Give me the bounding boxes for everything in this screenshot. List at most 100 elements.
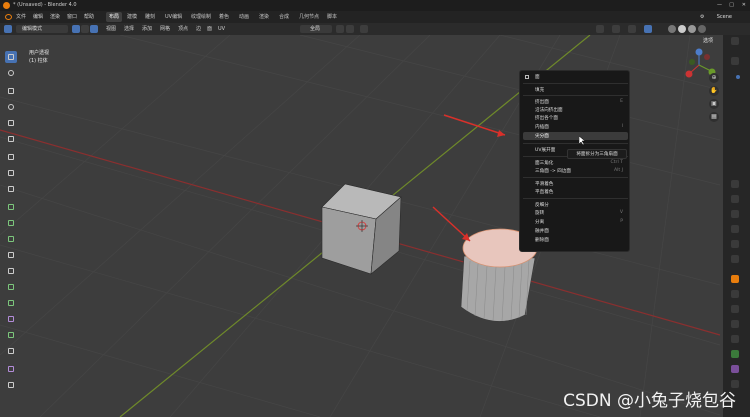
workspace-tab-geometry-nodes[interactable]: 几何节点 — [296, 12, 322, 22]
constraints-properties-icon[interactable] — [731, 335, 739, 343]
header-menu-view[interactable]: 视图 — [106, 23, 116, 35]
menu-item-poke-faces[interactable]: 尖分面 — [535, 133, 549, 139]
rotate-tool-icon[interactable] — [5, 101, 17, 113]
scene-icon[interactable]: ⚙ — [700, 11, 704, 23]
header-menu-add[interactable]: 添加 — [142, 23, 152, 35]
face-select-icon[interactable] — [90, 25, 98, 33]
options-menu[interactable]: 选项 — [703, 37, 713, 44]
measure-tool-icon[interactable] — [5, 167, 17, 179]
poly-build-tool-icon[interactable] — [5, 281, 17, 293]
menu-item-inset-faces[interactable]: 内插面 — [535, 124, 549, 130]
material-properties-icon[interactable] — [731, 365, 739, 373]
visibility-icon[interactable] — [596, 25, 604, 33]
menu-render[interactable]: 渲染 — [50, 11, 60, 23]
workspace-tab-sculpt[interactable]: 雕刻 — [142, 12, 158, 22]
header-menu-vertex[interactable]: 顶点 — [178, 23, 188, 35]
modifier-properties-icon[interactable] — [731, 290, 739, 298]
edge-select-icon[interactable] — [81, 25, 89, 33]
workspace-tab-modeling[interactable]: 建模 — [124, 12, 140, 22]
menu-item-extrude-individual[interactable]: 挤出各个面 — [535, 115, 558, 121]
view-layer-properties-icon[interactable] — [731, 225, 739, 233]
shading-material-icon[interactable] — [688, 25, 696, 33]
blender-logo-icon[interactable] — [5, 14, 12, 20]
transform-orientation-dropdown[interactable]: 全局 — [300, 25, 332, 33]
shading-rendered-icon[interactable] — [698, 25, 706, 33]
header-menu-uv[interactable]: UV — [218, 23, 225, 35]
shear-tool-icon[interactable] — [5, 363, 17, 375]
menu-help[interactable]: 帮助 — [84, 11, 94, 23]
workspace-tab-layout[interactable]: 布局 — [106, 12, 123, 22]
loop-cut-tool-icon[interactable] — [5, 249, 17, 261]
output-properties-icon[interactable] — [731, 210, 739, 218]
select-box-tool-icon[interactable] — [5, 51, 17, 63]
maximize-icon[interactable]: □ — [729, 0, 734, 11]
cursor-tool-icon[interactable] — [5, 67, 17, 79]
menu-window[interactable]: 窗口 — [67, 11, 77, 23]
world-properties-icon[interactable] — [731, 255, 739, 263]
workspace-tab-compositing[interactable]: 合成 — [276, 12, 292, 22]
menu-item-tris-to-quads[interactable]: 三角面 -> 四边面 — [535, 168, 571, 174]
pan-hand-icon[interactable]: ✋ — [709, 86, 719, 96]
workspace-tab-texture-paint[interactable]: 纹理绘制 — [188, 12, 214, 22]
camera-icon[interactable]: ▣ — [709, 99, 719, 109]
render-properties-icon[interactable] — [731, 195, 739, 203]
header-menu-edge[interactable]: 边 — [196, 23, 201, 35]
annotate-tool-icon[interactable] — [5, 151, 17, 163]
particles-properties-icon[interactable] — [731, 305, 739, 313]
extrude-region-tool-icon[interactable] — [5, 201, 17, 213]
edge-slide-tool-icon[interactable] — [5, 329, 17, 341]
scene-properties-icon[interactable] — [731, 240, 739, 248]
scale-tool-icon[interactable] — [5, 117, 17, 129]
menu-item-dissolve-faces[interactable]: 融并面 — [535, 228, 549, 234]
menu-item-shade-smooth[interactable]: 平滑着色 — [535, 181, 553, 187]
menu-item-triangulate[interactable]: 面三角化 — [535, 160, 553, 166]
smooth-tool-icon[interactable] — [5, 313, 17, 325]
menu-item-fill[interactable]: 填充 — [535, 87, 544, 93]
view-layer-icon[interactable] — [731, 57, 739, 65]
header-menu-face[interactable]: 面 — [207, 23, 212, 35]
xray-icon[interactable] — [644, 25, 652, 33]
mode-dropdown[interactable]: 编辑模式 — [16, 25, 68, 33]
rip-region-tool-icon[interactable] — [5, 379, 17, 391]
add-cube-tool-icon[interactable] — [5, 183, 17, 195]
menu-item-shade-flat[interactable]: 平直着色 — [535, 189, 553, 195]
workspace-tab-uv[interactable]: UV编辑 — [162, 12, 185, 22]
data-properties-icon[interactable] — [731, 350, 739, 358]
scene-selector[interactable]: Scene — [717, 11, 732, 23]
zoom-icon[interactable]: ⊕ — [709, 73, 719, 83]
menu-item-rotate[interactable]: 旋转 — [535, 210, 544, 216]
pivot-icon[interactable] — [336, 25, 344, 33]
workspace-tab-scripting[interactable]: 脚本 — [324, 12, 340, 22]
proportional-edit-icon[interactable] — [360, 25, 368, 33]
bevel-tool-icon[interactable] — [5, 233, 17, 245]
workspace-tab-shading[interactable]: 着色 — [216, 12, 232, 22]
menu-item-un-subdivide[interactable]: 反细分 — [535, 202, 549, 208]
workspace-tab-rendering[interactable]: 渲染 — [256, 12, 272, 22]
move-tool-icon[interactable] — [5, 85, 17, 97]
collection-icon[interactable] — [736, 75, 740, 79]
transform-tool-icon[interactable] — [5, 133, 17, 145]
cube-mesh[interactable] — [321, 183, 402, 275]
shading-solid-icon[interactable] — [678, 25, 686, 33]
outliner-icon[interactable] — [731, 37, 739, 45]
close-icon[interactable]: ✕ — [742, 0, 746, 11]
tool-properties-icon[interactable] — [731, 180, 739, 188]
workspace-tab-animation[interactable]: 动画 — [236, 12, 252, 22]
grid-view-icon[interactable]: ▦ — [709, 112, 719, 122]
minimize-icon[interactable]: — — [717, 0, 722, 11]
shrink-fatten-tool-icon[interactable] — [5, 345, 17, 357]
physics-properties-icon[interactable] — [731, 320, 739, 328]
header-menu-select[interactable]: 选择 — [124, 23, 134, 35]
editor-type-icon[interactable] — [4, 25, 12, 33]
menu-item-delete-faces[interactable]: 删除面 — [535, 237, 549, 243]
object-properties-icon[interactable] — [731, 275, 739, 283]
menu-item-extrude-along-normals[interactable]: 沿法向挤出面 — [535, 107, 563, 113]
menu-item-separate[interactable]: 分离 — [535, 219, 544, 225]
snap-icon[interactable] — [346, 25, 354, 33]
vertex-select-icon[interactable] — [72, 25, 80, 33]
inset-faces-tool-icon[interactable] — [5, 217, 17, 229]
menu-file[interactable]: 文件 — [16, 11, 26, 23]
shading-wireframe-icon[interactable] — [668, 25, 676, 33]
knife-tool-icon[interactable] — [5, 265, 17, 277]
menu-item-extrude-faces[interactable]: 挤出面 — [535, 99, 549, 105]
